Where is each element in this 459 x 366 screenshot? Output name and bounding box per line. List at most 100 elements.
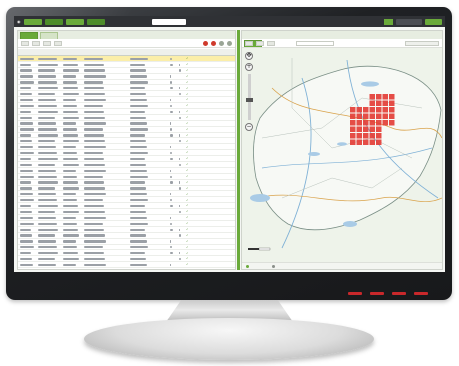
observation-cell[interactable] <box>369 126 376 133</box>
observation-cell[interactable] <box>363 107 369 113</box>
check-icon[interactable]: ✓ <box>186 68 190 72</box>
check-icon[interactable]: ✓ <box>186 198 190 202</box>
zoom-slider-handle[interactable] <box>246 98 253 102</box>
check-icon[interactable]: ✓ <box>186 104 190 107</box>
check-icon[interactable]: ✓ <box>186 133 190 137</box>
check-icon[interactable]: ✓ <box>186 157 190 160</box>
observation-cell[interactable] <box>376 94 382 100</box>
check-icon[interactable]: ✓ <box>186 57 190 60</box>
panel-splitter[interactable] <box>237 30 240 270</box>
observation-cell[interactable] <box>382 120 389 126</box>
observation-cell[interactable] <box>350 133 356 139</box>
check-icon[interactable]: ✓ <box>186 63 190 66</box>
observation-cell[interactable] <box>356 107 363 113</box>
pan-arrows-icon[interactable]: ✥ <box>245 52 253 60</box>
observation-cell[interactable] <box>369 100 376 107</box>
observation-cell[interactable] <box>376 120 382 126</box>
check-icon[interactable]: ✓ <box>186 180 190 184</box>
tab-1[interactable] <box>20 32 38 39</box>
check-icon[interactable]: ✓ <box>186 169 190 172</box>
mode-select[interactable] <box>151 18 186 25</box>
filter-button[interactable] <box>54 40 62 46</box>
observation-cell[interactable] <box>369 107 376 113</box>
observation-cell[interactable] <box>369 113 376 120</box>
check-icon[interactable]: ✓ <box>186 204 190 207</box>
observation-cell[interactable] <box>376 100 382 107</box>
observation-cell[interactable] <box>389 113 395 120</box>
check-icon[interactable]: ✓ <box>186 263 190 266</box>
check-icon[interactable]: ✓ <box>186 139 190 143</box>
location-search[interactable] <box>296 40 334 46</box>
observation-cell[interactable] <box>389 120 395 126</box>
observation-cell[interactable] <box>356 126 363 133</box>
observation-cell[interactable] <box>382 94 389 100</box>
check-icon[interactable]: ✓ <box>186 245 190 249</box>
tab-2[interactable] <box>40 32 58 39</box>
check-icon[interactable]: ✓ <box>186 151 190 154</box>
check-icon[interactable]: ✓ <box>186 127 190 131</box>
check-icon[interactable]: ✓ <box>186 145 190 149</box>
observation-cell[interactable] <box>376 113 382 120</box>
observation-cell[interactable] <box>369 94 376 100</box>
pan-icon[interactable] <box>245 40 253 46</box>
observation-cell[interactable] <box>389 100 395 107</box>
observation-cell[interactable] <box>356 120 363 126</box>
observation-cell[interactable] <box>382 107 389 113</box>
nav-button-1[interactable] <box>23 18 42 25</box>
observation-cell[interactable] <box>350 139 356 146</box>
check-icon[interactable]: ✓ <box>186 216 190 219</box>
observation-cell[interactable] <box>350 107 356 113</box>
settings-icon[interactable] <box>219 40 224 46</box>
check-icon[interactable]: ✓ <box>186 251 190 255</box>
delete-icon[interactable] <box>203 40 208 46</box>
close-icon[interactable] <box>211 40 216 46</box>
check-icon[interactable]: ✓ <box>186 98 190 101</box>
observation-cell[interactable] <box>363 133 369 139</box>
observation-cell[interactable] <box>376 107 382 113</box>
logout-button[interactable] <box>425 18 442 25</box>
check-icon[interactable]: ✓ <box>186 257 190 260</box>
check-icon[interactable]: ✓ <box>186 222 190 225</box>
observation-cell[interactable] <box>382 113 389 120</box>
check-icon[interactable]: ✓ <box>186 80 190 84</box>
check-icon[interactable]: ✓ <box>186 110 190 113</box>
observation-cell[interactable] <box>369 120 376 126</box>
check-icon[interactable]: ✓ <box>186 186 190 190</box>
observation-cell[interactable] <box>363 126 369 133</box>
observation-cell[interactable] <box>363 120 369 126</box>
layers-icon[interactable] <box>267 40 275 46</box>
observation-cell[interactable] <box>363 113 369 120</box>
export-icon[interactable] <box>227 40 232 46</box>
check-icon[interactable]: ✓ <box>186 192 190 196</box>
observation-cell[interactable] <box>350 126 356 133</box>
check-icon[interactable]: ✓ <box>186 233 190 237</box>
check-icon[interactable]: ✓ <box>186 228 190 231</box>
observation-cell[interactable] <box>376 133 382 139</box>
observation-cell[interactable] <box>389 94 395 100</box>
plus-icon[interactable]: + <box>245 63 253 71</box>
check-icon[interactable]: ✓ <box>186 116 190 119</box>
observation-cell[interactable] <box>356 113 363 120</box>
observation-cell[interactable] <box>350 120 356 126</box>
check-icon[interactable]: ✓ <box>186 163 190 166</box>
check-icon[interactable]: ✓ <box>186 74 190 78</box>
check-icon[interactable]: ✓ <box>186 175 190 178</box>
observation-cell[interactable] <box>350 113 356 120</box>
base-layer-select[interactable] <box>405 40 439 46</box>
check-icon[interactable]: ✓ <box>186 92 190 96</box>
zoom-slider[interactable] <box>246 74 253 120</box>
observation-cell[interactable] <box>369 139 376 146</box>
check-icon[interactable]: ✓ <box>186 121 190 125</box>
nav-button-4[interactable] <box>86 18 105 25</box>
observation-cell[interactable] <box>389 107 395 113</box>
table-row[interactable]: ✓ <box>18 262 235 269</box>
prev-page-button[interactable] <box>32 40 40 46</box>
minus-icon[interactable]: − <box>245 123 253 131</box>
user-icon[interactable] <box>384 18 393 25</box>
draw-icon[interactable] <box>256 40 264 46</box>
check-icon[interactable]: ✓ <box>186 210 190 213</box>
check-icon[interactable]: ✓ <box>186 239 190 243</box>
first-page-button[interactable] <box>21 40 29 46</box>
observation-cell[interactable] <box>382 100 389 107</box>
check-icon[interactable]: ✓ <box>186 86 190 90</box>
